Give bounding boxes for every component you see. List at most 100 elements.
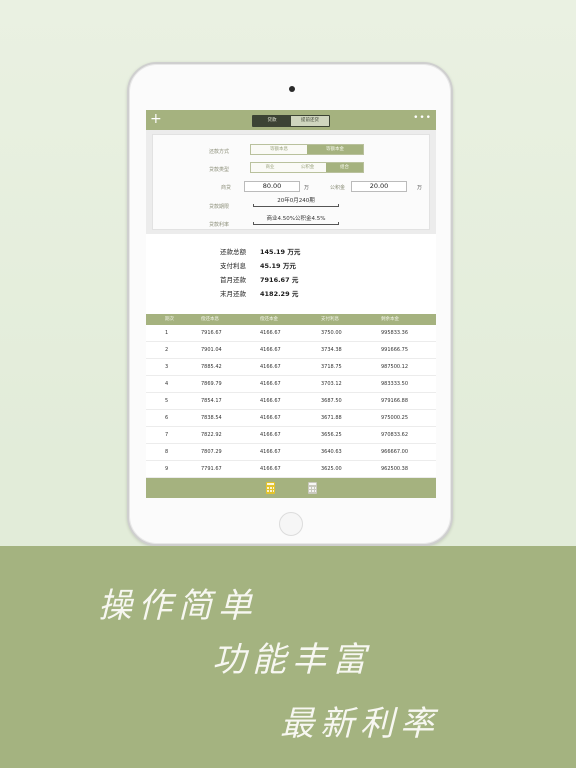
- summary-row: 末月还款 4182.29 元: [220, 288, 320, 298]
- cell-principal: 4166.67: [260, 432, 281, 438]
- summary-label: 末月还款: [220, 290, 246, 298]
- cell-installment: 7885.42: [201, 364, 222, 370]
- summary-row: 还款总额 145.19 万元: [220, 246, 320, 256]
- table-row[interactable]: 8 7807.29 4166.67 3640.63 966667.00: [146, 444, 436, 461]
- table-row[interactable]: 4 7869.79 4166.67 3703.12 983333.50: [146, 376, 436, 393]
- tablet-frame: + 贷款 提前还贷 ••• 还款方式 等额本息 等额本金 贷款类型 商业 公积金…: [127, 62, 453, 546]
- commercial-loan-label: 商贷: [221, 185, 232, 191]
- loan-term-label: 贷款期限: [209, 204, 230, 210]
- cell-principal: 4166.67: [260, 347, 281, 353]
- cell-interest: 3718.75: [321, 364, 342, 370]
- cell-remaining: 987500.12: [381, 364, 409, 370]
- fund-loan-input[interactable]: 20.00: [351, 181, 407, 192]
- cell-period: 9: [165, 466, 169, 472]
- cell-remaining: 966667.00: [381, 449, 409, 455]
- cell-interest: 3734.38: [321, 347, 342, 353]
- tab-loan[interactable]: 贷款: [253, 116, 291, 126]
- cell-period: 5: [165, 398, 169, 404]
- cell-interest: 3656.25: [321, 432, 342, 438]
- cell-interest: 3640.63: [321, 449, 342, 455]
- calculator-icon[interactable]: [308, 482, 317, 494]
- column-header-period: 期次: [165, 317, 174, 322]
- column-header-installment: 偿还本息: [201, 317, 219, 322]
- cell-remaining: 995833.36: [381, 330, 409, 336]
- repay-option-equal-principal[interactable]: 等额本金: [307, 145, 363, 154]
- repayment-summary: 还款总额 145.19 万元 支付利息 45.19 万元 首月还款 7916.6…: [146, 234, 436, 314]
- cell-remaining: 962500.38: [381, 466, 409, 472]
- commercial-unit: 万: [304, 185, 310, 191]
- cell-installment: 7807.29: [201, 449, 222, 455]
- cell-period: 4: [165, 381, 169, 387]
- summary-label: 支付利息: [220, 262, 246, 270]
- bottom-toolbar: [146, 478, 436, 498]
- loan-type-fund[interactable]: 公积金: [289, 163, 326, 172]
- table-row[interactable]: 5 7854.17 4166.67 3687.50 979166.88: [146, 393, 436, 410]
- cell-installment: 7838.54: [201, 415, 222, 421]
- table-row[interactable]: 2 7901.04 4166.67 3734.38 991666.75: [146, 342, 436, 359]
- cell-installment: 7901.04: [201, 347, 222, 353]
- cell-period: 7: [165, 432, 169, 438]
- tab-prepayment[interactable]: 提前还贷: [291, 116, 329, 126]
- cell-installment: 7791.67: [201, 466, 222, 472]
- calculator-icon[interactable]: [266, 482, 275, 494]
- slogan-simple: 操作简单: [98, 586, 258, 626]
- slogan-latest-rates: 最新利率: [280, 704, 440, 744]
- table-row[interactable]: 3 7885.42 4166.67 3718.75 987500.12: [146, 359, 436, 376]
- cell-period: 3: [165, 364, 169, 370]
- repay-method-label: 还款方式: [209, 149, 230, 155]
- loan-type-combined[interactable]: 组合: [326, 163, 363, 172]
- loan-rate-picker[interactable]: 商业4.50%公积金4.5%: [253, 216, 339, 225]
- loan-type-switch: 商业 公积金 组合: [250, 162, 364, 173]
- top-navigation-bar: + 贷款 提前还贷 •••: [146, 110, 436, 130]
- more-icon[interactable]: •••: [413, 113, 432, 123]
- loan-type-label: 贷款类型: [209, 167, 230, 173]
- cell-installment: 7916.67: [201, 330, 222, 336]
- summary-label: 还款总额: [220, 248, 246, 256]
- camera: [289, 86, 295, 92]
- cell-interest: 3703.12: [321, 381, 342, 387]
- loan-type-commercial[interactable]: 商业: [251, 163, 289, 172]
- cell-remaining: 970833.62: [381, 432, 409, 438]
- loan-form: 还款方式 等额本息 等额本金 贷款类型 商业 公积金 组合 商贷 80.00 万…: [152, 134, 430, 230]
- cell-interest: 3687.50: [321, 398, 342, 404]
- table-row[interactable]: 7 7822.92 4166.67 3656.25 970833.62: [146, 427, 436, 444]
- slogan-features: 功能丰富: [212, 640, 372, 680]
- schedule-table-header: 期次 偿还本息 偿还本金 支付利息 剩余本金: [146, 314, 436, 325]
- cell-remaining: 979166.88: [381, 398, 409, 404]
- cell-principal: 4166.67: [260, 364, 281, 370]
- cell-principal: 4166.67: [260, 415, 281, 421]
- fund-unit: 万: [417, 185, 423, 191]
- cell-period: 6: [165, 415, 169, 421]
- home-button[interactable]: [279, 512, 303, 536]
- loan-term-picker[interactable]: 20年0月240期: [253, 198, 339, 207]
- table-row[interactable]: 9 7791.67 4166.67 3625.00 962500.38: [146, 461, 436, 478]
- summary-label: 首月还款: [220, 276, 246, 284]
- cell-period: 1: [165, 330, 169, 336]
- cell-principal: 4166.67: [260, 398, 281, 404]
- repay-option-equal-installment[interactable]: 等额本息: [251, 145, 307, 154]
- cell-interest: 3625.00: [321, 466, 342, 472]
- summary-value: 145.19 万元: [260, 248, 301, 256]
- cell-principal: 4166.67: [260, 466, 281, 472]
- table-row[interactable]: 6 7838.54 4166.67 3671.88 975000.25: [146, 410, 436, 427]
- cell-period: 8: [165, 449, 169, 455]
- cell-principal: 4166.67: [260, 330, 281, 336]
- loan-rate-label: 贷款利率: [209, 222, 230, 228]
- commercial-loan-input[interactable]: 80.00: [244, 181, 300, 192]
- cell-period: 2: [165, 347, 169, 353]
- promo-band: 操作简单 功能丰富 最新利率: [0, 546, 576, 768]
- repay-method-switch: 等额本息 等额本金: [250, 144, 364, 155]
- summary-value: 7916.67 元: [260, 276, 299, 284]
- column-header-principal: 偿还本金: [260, 317, 278, 322]
- add-icon[interactable]: +: [150, 112, 162, 126]
- cell-installment: 7822.92: [201, 432, 222, 438]
- summary-value: 4182.29 元: [260, 290, 299, 298]
- table-row[interactable]: 1 7916.67 4166.67 3750.00 995833.36: [146, 325, 436, 342]
- cell-remaining: 991666.75: [381, 347, 409, 353]
- cell-principal: 4166.67: [260, 449, 281, 455]
- cell-interest: 3671.88: [321, 415, 342, 421]
- loan-form-area: 还款方式 等额本息 等额本金 贷款类型 商业 公积金 组合 商贷 80.00 万…: [146, 130, 436, 234]
- cell-interest: 3750.00: [321, 330, 342, 336]
- summary-row: 支付利息 45.19 万元: [220, 260, 320, 270]
- summary-value: 45.19 万元: [260, 262, 296, 270]
